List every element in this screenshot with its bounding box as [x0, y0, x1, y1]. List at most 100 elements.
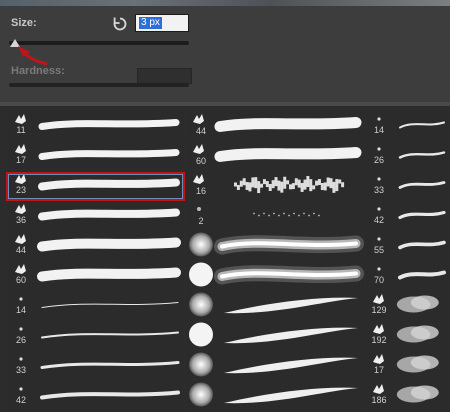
brush-preset[interactable]: 11	[8, 110, 184, 139]
round-tip-icon	[188, 260, 214, 294]
brush-preset[interactable]: 42	[366, 200, 450, 229]
brush-row: 44 55	[8, 230, 450, 259]
brush-stroke-preview	[36, 140, 184, 169]
brush-preset[interactable]: 192	[366, 320, 450, 349]
brush-tip-icon	[188, 172, 210, 184]
brush-stroke-preview	[394, 380, 450, 409]
dot-tip-icon	[368, 262, 390, 274]
brush-preset[interactable]: 129	[366, 290, 450, 319]
brush-row: 42 186	[8, 380, 450, 409]
brush-stroke-preview	[394, 170, 450, 199]
brush-stroke-preview	[394, 140, 450, 169]
dot-tip-icon	[368, 142, 390, 154]
brush-preset[interactable]: 16	[186, 170, 364, 199]
brush-stroke-preview	[394, 350, 450, 379]
brush-stroke-preview	[214, 230, 364, 259]
brush-row: 33 17	[8, 350, 450, 379]
brush-preset[interactable]	[186, 260, 364, 289]
hardness-slider-track	[9, 83, 189, 87]
brush-preset[interactable]: 33	[366, 170, 450, 199]
dot-tip-icon	[368, 232, 390, 244]
brush-tip-icon	[368, 322, 390, 334]
brush-preset[interactable]: 60	[186, 140, 364, 169]
brush-stroke-preview	[214, 350, 364, 379]
brush-preset[interactable]: 33	[8, 350, 184, 379]
brush-stroke-preview	[394, 230, 450, 259]
dot-tip-icon	[10, 322, 32, 334]
round-tip-icon	[188, 350, 214, 384]
brush-size: 60	[195, 156, 206, 166]
brush-row: 14 129	[8, 290, 450, 319]
brush-size: 26	[373, 155, 384, 165]
brush-size: 16	[195, 186, 206, 196]
brush-preset[interactable]: 26	[8, 320, 184, 349]
size-input[interactable]: 3 px	[135, 14, 189, 32]
dot-tip-icon	[368, 202, 390, 214]
brush-preset[interactable]: 2	[186, 200, 364, 229]
brush-preset[interactable]: 60	[8, 260, 184, 289]
brush-settings: Size: 3 px Hardness:	[0, 6, 450, 102]
brush-stroke-preview	[36, 110, 184, 139]
brush-preset[interactable]	[186, 290, 364, 319]
brush-row: 17 60 26	[8, 140, 450, 169]
brush-stroke-preview	[394, 110, 450, 139]
hardness-input	[137, 68, 192, 84]
brush-stroke-preview	[394, 320, 450, 349]
brush-preset[interactable]: 44	[186, 110, 364, 139]
brush-list: 11 44 14 17 60 26 23 16 33 36 2 42 44 55…	[8, 110, 450, 412]
brush-row: 26 192	[8, 320, 450, 349]
brush-stroke-preview	[214, 320, 364, 349]
brush-size: 33	[373, 185, 384, 195]
brush-stroke-preview	[214, 260, 364, 289]
brush-preset[interactable]: 36	[8, 200, 184, 229]
brush-tip-icon	[10, 112, 32, 124]
brush-size: 26	[15, 335, 26, 345]
brush-size: 186	[371, 395, 387, 405]
brush-size: 55	[373, 245, 384, 255]
brush-tip-icon	[10, 232, 32, 244]
brush-stroke-preview	[36, 260, 184, 289]
brush-size: 36	[15, 215, 26, 225]
brush-preset[interactable]: 55	[366, 230, 450, 259]
brush-preset[interactable]: 42	[8, 380, 184, 409]
brush-size: 129	[371, 305, 387, 315]
brush-stroke-preview	[214, 140, 364, 169]
brush-preset[interactable]: 186	[366, 380, 450, 409]
brush-stroke-preview	[36, 290, 184, 319]
reset-icon[interactable]	[112, 16, 128, 32]
brush-size: 17	[15, 155, 26, 165]
brush-size: 70	[373, 275, 384, 285]
brush-preset[interactable]	[186, 350, 364, 379]
brush-tip-icon	[368, 382, 390, 394]
selected-brush-annotation	[6, 172, 185, 201]
brush-stroke-preview	[214, 200, 364, 229]
round-tip-icon	[188, 290, 214, 324]
dot-tip-icon	[368, 172, 390, 184]
size-value: 3 px	[139, 17, 162, 29]
brush-size: 42	[15, 395, 26, 405]
brush-size: 17	[373, 365, 384, 375]
brush-preset[interactable]	[186, 320, 364, 349]
brush-stroke-preview	[36, 200, 184, 229]
brush-size: 60	[15, 275, 26, 285]
hardness-label: Hardness:	[11, 65, 65, 77]
brush-preset[interactable]: 14	[366, 110, 450, 139]
brush-preset[interactable]: 44	[8, 230, 184, 259]
brush-preset-panel: Size: 3 px Hardness: 11 44 14 17 60 26 2…	[0, 0, 450, 412]
brush-preset[interactable]: 26	[366, 140, 450, 169]
brush-preset[interactable]: 17	[366, 350, 450, 379]
brush-row: 11 44 14	[8, 110, 450, 139]
brush-stroke-preview	[36, 230, 184, 259]
brush-preset[interactable]: 70	[366, 260, 450, 289]
brush-tip-icon	[188, 112, 210, 124]
brush-preset[interactable]	[186, 380, 364, 409]
round-tip-icon	[188, 380, 214, 412]
brush-stroke-preview	[36, 350, 184, 379]
brush-size: 44	[195, 126, 206, 136]
brush-size: 11	[16, 125, 26, 135]
brush-size: 14	[15, 305, 26, 315]
brush-preset[interactable]: 17	[8, 140, 184, 169]
brush-preset[interactable]: 14	[8, 290, 184, 319]
dot-tip-icon	[10, 352, 32, 364]
brush-preset[interactable]	[186, 230, 364, 259]
